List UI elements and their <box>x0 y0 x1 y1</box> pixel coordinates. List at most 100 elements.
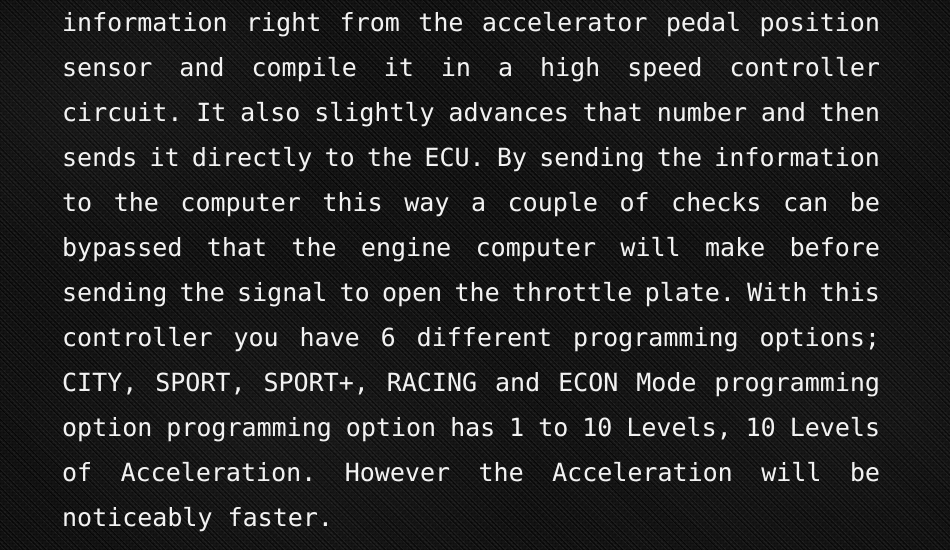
description-word: to <box>339 278 370 307</box>
description-word: the <box>179 278 225 307</box>
description-word: option <box>62 413 153 442</box>
description-word: RACING <box>386 368 478 397</box>
description-word: to <box>324 143 355 172</box>
description-word: computer <box>180 188 301 217</box>
description-word: ECU. <box>424 143 485 172</box>
description-word: sending <box>539 143 645 172</box>
description-word: sensor <box>62 53 153 82</box>
description-word: to <box>538 413 569 442</box>
description-word: also <box>240 98 301 127</box>
description-word: 6 <box>380 323 396 352</box>
description-word: slightly <box>314 98 435 127</box>
description-word: Acceleration. <box>120 458 317 487</box>
description-word: and <box>760 98 806 127</box>
description-panel: information right from the accelerator pedal p… <box>0 0 950 550</box>
description-word: Levels <box>789 413 880 442</box>
description-line: option programming option has 1 to 10 Levels, 10… <box>62 405 880 450</box>
description-word: controller <box>729 53 880 82</box>
description-word: throttle <box>511 278 633 307</box>
description-word: this <box>322 188 383 217</box>
description-word: With <box>747 278 808 307</box>
description-word: CITY, <box>62 368 138 397</box>
description-line: noticeably faster. <box>62 495 880 540</box>
description-word: accelerator <box>481 8 648 37</box>
description-word: way <box>404 188 450 217</box>
description-line: bypassed that the engine computer will make bef… <box>62 225 880 270</box>
description-word: before <box>789 233 880 262</box>
description-line: circuit. It also slightly advances that number… <box>62 90 880 135</box>
description-word: the <box>291 233 337 262</box>
description-word: 1 <box>509 413 525 442</box>
description-word: be <box>849 458 880 487</box>
description-word: couple <box>507 188 598 217</box>
description-word: of <box>619 188 650 217</box>
description-word: a <box>470 188 487 217</box>
description-word: programming <box>714 368 880 397</box>
description-word: will <box>761 458 822 487</box>
description-word: the <box>478 458 524 487</box>
description-word: and <box>495 368 541 397</box>
description-word: Mode <box>636 368 697 397</box>
description-word: the <box>656 143 703 172</box>
description-word: pedal <box>665 8 742 37</box>
description-word: circuit. <box>62 98 183 127</box>
description-word: the <box>113 188 159 217</box>
description-word: However <box>344 458 451 487</box>
description-word: have <box>299 323 360 352</box>
description-word: to <box>62 188 93 217</box>
description-word: advances <box>448 98 569 127</box>
description-word: sends <box>62 143 138 172</box>
description-line: sensor and compile it in a high speed controller <box>62 45 880 90</box>
description-line: sending the signal to open the throttle plate. W… <box>62 270 880 315</box>
description-word: computer <box>475 233 597 262</box>
description-word: from <box>339 8 400 37</box>
description-word: compile <box>251 53 357 82</box>
description-word: number <box>656 98 747 127</box>
description-word: the <box>418 8 464 37</box>
description-word: in <box>440 53 471 82</box>
description-word: signal <box>237 278 328 307</box>
description-line: information right from the accelerator pedal p… <box>62 0 880 45</box>
description-word: different <box>416 323 553 352</box>
description-word: bypassed <box>62 233 183 262</box>
description-word: option <box>345 413 437 442</box>
description-word: programming <box>573 323 739 352</box>
description-word: high <box>540 53 601 82</box>
description-word: options; <box>759 323 880 352</box>
description-word: and <box>179 53 225 82</box>
description-word: controller <box>62 323 213 352</box>
description-word: checks <box>671 188 762 217</box>
description-word: of <box>62 458 93 487</box>
description-word: Levels, <box>626 413 732 442</box>
description-word: it <box>149 143 180 172</box>
description-word: make <box>705 233 766 262</box>
description-word: SPORT+, <box>263 368 369 397</box>
description-word: a <box>497 53 514 82</box>
description-word: you <box>233 323 279 352</box>
description-word: engine <box>360 233 452 262</box>
description-word: has <box>450 413 496 442</box>
description-line: sends it directly to the ECU. By sending the info… <box>62 135 880 180</box>
description-word: information <box>62 8 228 37</box>
description-word: can <box>783 188 829 217</box>
description-word: the <box>454 278 500 307</box>
description-word: It <box>196 98 227 127</box>
description-line: CITY, SPORT, SPORT+, RACING and ECON Mode progr… <box>62 360 880 405</box>
description-line: to the computer this way a couple of checks can be <box>62 180 880 225</box>
description-word: Acceleration <box>552 458 733 487</box>
description-word: that <box>582 98 643 127</box>
description-word: position <box>759 8 880 37</box>
description-word: sending <box>62 278 168 307</box>
description-word: plate. <box>644 278 735 307</box>
description-word: ECON <box>558 368 619 397</box>
description-word: 10 <box>582 413 613 442</box>
description-word: right <box>245 8 322 37</box>
description-word: speed <box>627 53 703 82</box>
description-word: then <box>819 98 880 127</box>
description-word: be <box>849 188 880 217</box>
description-word: By <box>496 143 527 172</box>
product-description-text: information right from the accelerator pedal p… <box>62 0 880 550</box>
description-word: SPORT, <box>155 368 246 397</box>
description-line: of Acceleration. However the Acceleration wil… <box>62 450 880 495</box>
description-word: that <box>206 233 268 262</box>
